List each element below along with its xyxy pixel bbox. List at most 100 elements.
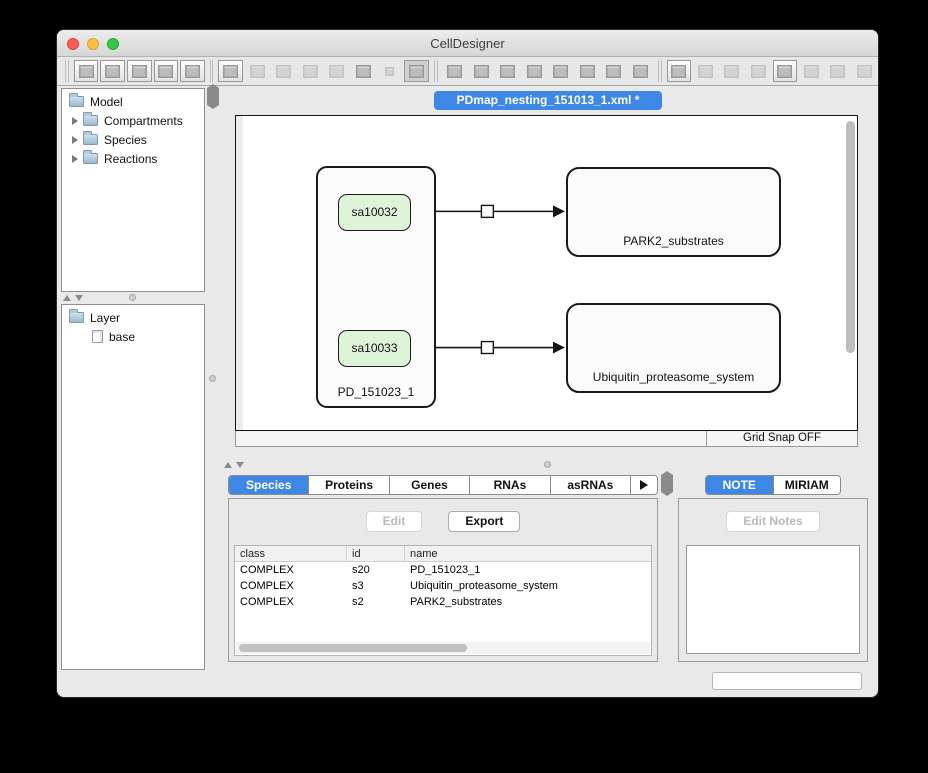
document-tab[interactable]: PDmap_nesting_151013_1.xml * <box>434 91 662 110</box>
footer-field[interactable] <box>712 672 862 690</box>
copy-icon[interactable] <box>298 60 323 82</box>
align-right-icon[interactable] <box>496 60 521 82</box>
collapse-right-icon[interactable] <box>213 84 219 109</box>
folder-icon <box>83 115 98 126</box>
tree-item-layer[interactable]: Layer <box>62 308 204 327</box>
collapse-up-icon[interactable] <box>224 462 232 468</box>
align-left-icon[interactable] <box>443 60 468 82</box>
edit-notes-icon[interactable] <box>799 60 824 82</box>
column-header-name[interactable]: name <box>405 546 651 561</box>
notes-tab-bar: NOTE MIRIAM <box>705 475 841 495</box>
splitter-handle[interactable] <box>209 375 216 382</box>
tree-item-compartments[interactable]: Compartments <box>62 111 204 130</box>
tab-species[interactable]: Species <box>229 476 309 494</box>
bottom-vertical-splitter[interactable] <box>661 475 674 662</box>
cut-icon[interactable] <box>272 60 297 82</box>
change-color-shape-icon[interactable] <box>720 60 745 82</box>
model-tree-panel: Model Compartments Species Reactions <box>61 88 205 292</box>
scrollbar-thumb[interactable] <box>846 121 855 353</box>
save-model-icon[interactable] <box>127 60 152 82</box>
pointer-icon[interactable] <box>378 60 403 82</box>
disclosure-triangle-icon[interactable] <box>72 117 78 125</box>
complex-label: PARK2_substrates <box>568 234 779 248</box>
edit-notes-button[interactable]: Edit Notes <box>726 511 819 532</box>
species-node[interactable]: sa10032 <box>338 194 411 231</box>
edit-button[interactable]: Edit <box>366 511 423 532</box>
open-file-icon[interactable] <box>100 60 125 82</box>
distribute-horizontal-icon[interactable] <box>602 60 627 82</box>
align-middle-vertical-icon[interactable] <box>549 60 574 82</box>
layout-icon[interactable] <box>852 60 877 82</box>
paste-icon[interactable] <box>325 60 350 82</box>
cell-id: s20 <box>347 562 405 578</box>
undo-icon[interactable] <box>218 60 243 82</box>
paint-brush-icon[interactable] <box>667 60 692 82</box>
complex-node-park2[interactable]: PARK2_substrates <box>566 167 781 257</box>
grid-snap-status: Grid Snap OFF <box>707 431 857 446</box>
cell-name: Ubiquitin_proteasome_system <box>405 578 651 594</box>
cell-name: PARK2_substrates <box>405 594 651 610</box>
folder-icon <box>69 312 84 323</box>
tree-item-model[interactable]: Model <box>62 92 204 111</box>
disclosure-triangle-icon[interactable] <box>72 136 78 144</box>
align-top-icon[interactable] <box>522 60 547 82</box>
complex-node-ups[interactable]: Ubiquitin_proteasome_system <box>566 303 781 393</box>
show-id-toggle-icon[interactable] <box>404 60 429 82</box>
table-row[interactable]: COMPLEX s3 Ubiquitin_proteasome_system <box>235 578 651 594</box>
notes-content[interactable] <box>686 545 860 654</box>
align-center-horizontal-icon[interactable] <box>469 60 494 82</box>
tab-asrnas[interactable]: asRNAs <box>551 476 631 494</box>
collapse-down-icon[interactable] <box>75 295 83 301</box>
export-button[interactable]: Export <box>448 511 520 532</box>
notes-panel-body: Edit Notes <box>678 498 868 662</box>
tab-note[interactable]: NOTE <box>706 476 774 494</box>
left-vertical-splitter[interactable] <box>207 88 220 670</box>
left-horizontal-splitter[interactable] <box>61 292 205 303</box>
collapse-down-icon[interactable] <box>236 462 244 468</box>
window-title: CellDesigner <box>57 36 878 51</box>
species-tab-bar: Species Proteins Genes RNAs asRNAs <box>228 475 658 495</box>
change-species-class-icon[interactable] <box>746 60 771 82</box>
tree-item-label: base <box>109 330 135 344</box>
table-horizontal-scrollbar[interactable] <box>236 642 650 654</box>
property-list-icon[interactable] <box>693 60 718 82</box>
table-row[interactable]: COMPLEX s2 PARK2_substrates <box>235 594 651 610</box>
celldesigner-window: CellDesigner <box>57 30 878 697</box>
tree-item-label: Layer <box>90 311 120 325</box>
species-table[interactable]: class id name COMPLEX s20 PD_151023_1 CO… <box>234 545 652 656</box>
tab-proteins[interactable]: Proteins <box>309 476 389 494</box>
tree-item-base[interactable]: base <box>62 327 204 346</box>
save-as-icon[interactable] <box>154 60 179 82</box>
new-document-icon[interactable] <box>74 60 99 82</box>
splitter-handle[interactable] <box>544 461 551 468</box>
tab-overflow-button[interactable] <box>631 476 657 494</box>
redo-icon[interactable] <box>245 60 270 82</box>
print-icon[interactable] <box>180 60 205 82</box>
canvas-vertical-scrollbar[interactable] <box>846 121 855 421</box>
complex-label: Ubiquitin_proteasome_system <box>568 370 779 384</box>
bottom-horizontal-splitter[interactable] <box>222 459 873 470</box>
collapse-right-icon[interactable] <box>667 471 673 496</box>
disclosure-triangle-icon[interactable] <box>72 155 78 163</box>
splitter-handle[interactable] <box>129 294 136 301</box>
column-header-class[interactable]: class <box>235 546 347 561</box>
distribute-vertical-icon[interactable] <box>628 60 653 82</box>
species-node[interactable]: sa10033 <box>338 330 411 367</box>
tab-miriam[interactable]: MIRIAM <box>774 476 841 494</box>
protein-notes-icon[interactable] <box>826 60 851 82</box>
tree-item-reactions[interactable]: Reactions <box>62 149 204 168</box>
notes-button-row: Edit Notes <box>679 511 867 533</box>
tab-rnas[interactable]: RNAs <box>470 476 550 494</box>
scrollbar-thumb[interactable] <box>239 644 467 652</box>
tree-item-species[interactable]: Species <box>62 130 204 149</box>
column-header-id[interactable]: id <box>347 546 405 561</box>
title-bar: CellDesigner <box>57 30 878 57</box>
folder-icon <box>83 153 98 164</box>
tab-genes[interactable]: Genes <box>390 476 470 494</box>
diagram-canvas[interactable]: PD_151023_1 sa10032 sa10033 PARK2_substr… <box>235 115 858 431</box>
grid-snap-icon[interactable] <box>351 60 376 82</box>
align-bottom-icon[interactable] <box>575 60 600 82</box>
collapse-up-icon[interactable] <box>63 295 71 301</box>
notes-icon[interactable] <box>773 60 798 82</box>
table-row[interactable]: COMPLEX s20 PD_151023_1 <box>235 562 651 578</box>
